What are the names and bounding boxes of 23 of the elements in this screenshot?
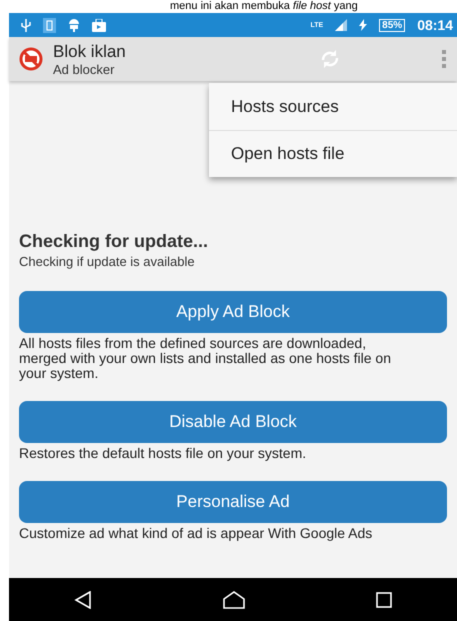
home-icon[interactable] — [222, 590, 245, 608]
app-title: Blok iklan — [53, 42, 126, 62]
status-title: Checking for update... — [19, 231, 210, 252]
caption-text: menu ini akan membuka file host yang — [169, 0, 359, 13]
usb-icon — [21, 18, 31, 32]
action-button[interactable]: Disable Ad Block — [19, 401, 447, 443]
action-description: Customize ad what kind of ad is appear With Google Ads — [19, 526, 374, 541]
battery-level: 85% — [379, 18, 406, 32]
signal-icon — [335, 19, 348, 31]
menu-item[interactable]: Hosts sources — [209, 83, 457, 130]
action-button[interactable]: Personalise Ad — [19, 481, 447, 523]
briefcase-icon — [92, 18, 106, 32]
charging-icon — [359, 19, 368, 31]
recent-apps-icon[interactable] — [376, 592, 392, 608]
action-button[interactable]: Apply Ad Block — [19, 291, 447, 333]
android-icon — [68, 18, 80, 32]
action-description: Restores the default hosts file on your system. — [19, 446, 308, 461]
app-subtitle: Ad blocker — [53, 62, 116, 76]
action-description: All hosts files from the defined sources are downloaded, merged with your own lists and installed as one hosts file on your system. — [19, 336, 392, 381]
back-icon[interactable] — [74, 590, 92, 608]
no-ads-icon — [19, 47, 43, 71]
status-subtitle: Checking if update is available — [19, 254, 196, 269]
clock: 08:14 — [417, 17, 453, 33]
